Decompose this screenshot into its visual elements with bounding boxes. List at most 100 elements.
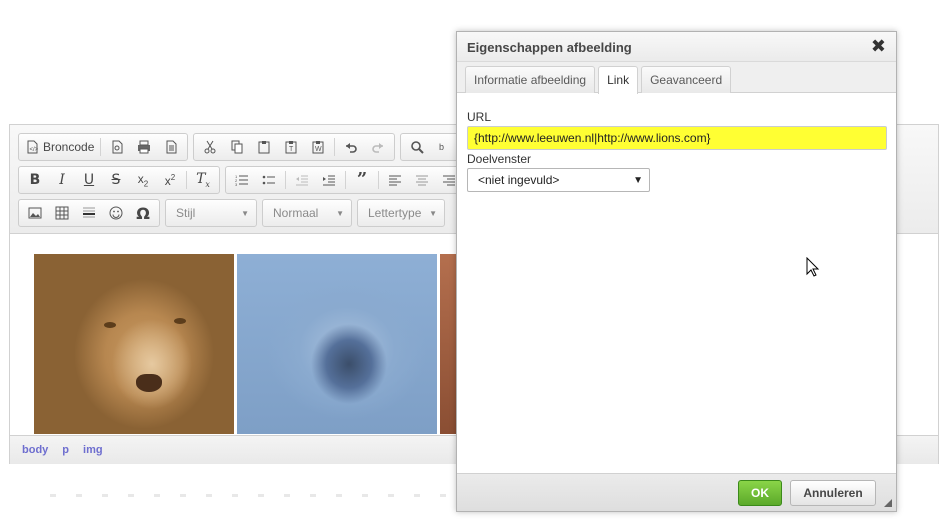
- blockquote-button[interactable]: ”: [349, 168, 375, 192]
- toolbar-separator: [285, 171, 286, 189]
- target-select-value: <niet ingevuld>: [478, 173, 560, 187]
- font-combo-label: Lettertype: [368, 206, 422, 220]
- print-button[interactable]: [131, 135, 157, 159]
- preview-button[interactable]: [104, 135, 130, 159]
- paste-text-icon: T: [285, 141, 297, 154]
- toolbar-group-clipboard: T W: [193, 133, 396, 161]
- chevron-down-icon: ▼: [633, 174, 643, 186]
- quote-icon: ”: [356, 169, 368, 190]
- toolbar-group-document: </> Broncode: [18, 133, 189, 161]
- chevron-down-icon: ▼: [336, 208, 344, 218]
- dialog-title[interactable]: Eigenschappen afbeelding: [457, 32, 896, 62]
- target-label: Doelvenster: [467, 152, 532, 166]
- align-center-button[interactable]: [409, 168, 435, 192]
- redo-button[interactable]: [365, 135, 391, 159]
- mouse-cursor-icon: [806, 257, 820, 277]
- numbered-list-button[interactable]: 123: [229, 168, 255, 192]
- subscript-button[interactable]: x2: [130, 168, 156, 192]
- svg-text:W: W: [315, 146, 322, 153]
- outdent-button[interactable]: [289, 168, 315, 192]
- path-crumb-body[interactable]: body: [22, 444, 48, 456]
- italic-button[interactable]: I: [49, 168, 75, 192]
- toolbar-separator: [378, 171, 379, 189]
- undo-button[interactable]: [338, 135, 364, 159]
- numbered-list-icon: 123: [235, 174, 248, 187]
- paste-word-button[interactable]: W: [305, 135, 331, 159]
- align-left-button[interactable]: [382, 168, 408, 192]
- indent-button[interactable]: [316, 168, 342, 192]
- superscript-icon: x2: [164, 172, 176, 188]
- find-button[interactable]: [404, 135, 430, 159]
- toolbar-group-paragraph: 123 ”: [225, 166, 466, 194]
- source-button-label: Broncode: [43, 140, 95, 154]
- underline-button[interactable]: U: [76, 168, 102, 192]
- tab-image-info[interactable]: Informatie afbeelding: [465, 66, 596, 93]
- image-properties-dialog: Eigenschappen afbeelding ✖ Informatie af…: [456, 31, 897, 512]
- format-combo-label: Normaal: [273, 206, 319, 220]
- replace-button[interactable]: b: [431, 135, 457, 159]
- subscript-icon: x2: [137, 171, 149, 189]
- image-button[interactable]: [22, 201, 48, 225]
- toolbar-group-basicstyles: B I U S x2 x2 Tx: [18, 166, 220, 194]
- smiley-button[interactable]: [103, 201, 129, 225]
- strikethrough-icon: S: [111, 172, 121, 188]
- horizontal-rule-icon: [83, 207, 95, 218]
- tab-link[interactable]: Link: [598, 66, 639, 94]
- dialog-body: URL Doelvenster <niet ingevuld> ▼: [467, 110, 887, 192]
- source-button[interactable]: </> Broncode: [22, 135, 97, 159]
- format-combo[interactable]: Normaal ▼: [262, 199, 352, 227]
- chevron-down-icon: ▼: [429, 208, 437, 218]
- font-combo[interactable]: Lettertype ▼: [357, 199, 445, 227]
- image-icon: [28, 207, 42, 219]
- url-input[interactable]: [467, 126, 887, 150]
- toolbar-row-1: </> Broncode T W b: [18, 133, 462, 161]
- align-center-icon: [416, 175, 428, 186]
- bold-icon: B: [29, 172, 41, 188]
- lion-image-1[interactable]: [34, 254, 234, 434]
- toolbar-row-2: B I U S x2 x2 Tx 123 ”: [18, 166, 466, 194]
- svg-text:3: 3: [235, 182, 238, 187]
- strike-button[interactable]: S: [103, 168, 129, 192]
- ok-button[interactable]: OK: [738, 480, 782, 506]
- dialog-footer: OK Annuleren: [457, 473, 896, 511]
- copy-icon: [231, 140, 243, 154]
- superscript-button[interactable]: x2: [157, 168, 183, 192]
- scissors-icon: [204, 140, 216, 154]
- svg-text:b: b: [439, 142, 444, 152]
- dialog-tabs: Informatie afbeelding Link Geavanceerd: [457, 62, 896, 94]
- align-left-icon: [389, 175, 401, 186]
- lion-eye: [104, 322, 116, 328]
- tab-advanced[interactable]: Geavanceerd: [641, 66, 732, 93]
- paste-text-button[interactable]: T: [278, 135, 304, 159]
- templates-button[interactable]: [158, 135, 184, 159]
- special-char-button[interactable]: Ω: [130, 201, 156, 225]
- paste-button[interactable]: [251, 135, 277, 159]
- path-crumb-p[interactable]: p: [62, 444, 69, 456]
- toolbar-separator: [100, 138, 102, 156]
- remove-format-icon: Tx: [196, 171, 210, 189]
- search-icon: [411, 141, 425, 154]
- underline-icon: U: [83, 172, 95, 188]
- style-combo[interactable]: Stijl ▼: [165, 199, 257, 227]
- horizontal-rule-button[interactable]: [76, 201, 102, 225]
- path-crumb-img[interactable]: img: [83, 444, 103, 456]
- print-icon: [138, 140, 151, 154]
- copy-button[interactable]: [224, 135, 250, 159]
- redo-icon: [372, 143, 384, 153]
- target-select[interactable]: <niet ingevuld> ▼: [467, 168, 650, 192]
- cut-button[interactable]: [197, 135, 223, 159]
- toolbar-separator: [345, 171, 346, 189]
- svg-text:T: T: [289, 146, 294, 153]
- preview-icon: [112, 140, 123, 154]
- bold-button[interactable]: B: [22, 168, 48, 192]
- table-icon: [55, 206, 69, 220]
- cancel-button[interactable]: Annuleren: [790, 480, 876, 506]
- resize-handle[interactable]: [884, 499, 892, 507]
- lion-image-2[interactable]: [237, 254, 437, 434]
- table-button[interactable]: [49, 201, 75, 225]
- close-icon[interactable]: ✖: [871, 36, 886, 56]
- align-right-icon: [443, 175, 455, 186]
- remove-format-button[interactable]: Tx: [190, 168, 216, 192]
- style-combo-label: Stijl: [176, 206, 196, 220]
- bulleted-list-button[interactable]: [256, 168, 282, 192]
